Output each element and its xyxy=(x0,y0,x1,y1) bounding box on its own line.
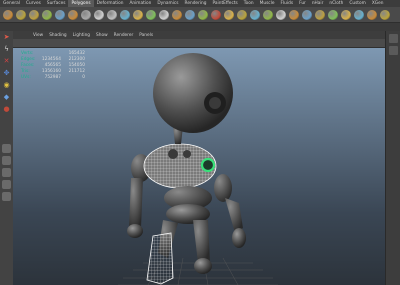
shelf-tool-icon[interactable] xyxy=(42,9,52,20)
shelf-tool-icon[interactable] xyxy=(81,9,91,20)
tab-general[interactable]: General xyxy=(0,0,23,7)
shelf-tool-icon[interactable] xyxy=(341,9,351,20)
panel-menu-panels[interactable]: Panels xyxy=(139,33,153,38)
panel-menu-show[interactable]: Show xyxy=(96,33,108,38)
viewport-panel: View Shading Lighting Show Renderer Pane… xyxy=(13,31,385,285)
shelf-tool-icon[interactable] xyxy=(3,9,13,20)
panel-menu-lighting[interactable]: Lighting xyxy=(73,33,90,38)
shelf-tool-icon[interactable] xyxy=(380,9,390,20)
panel-menu-shading[interactable]: Shading xyxy=(49,33,66,38)
graph-layout-icon[interactable] xyxy=(2,192,11,201)
right-side-panel xyxy=(385,31,400,285)
shelf-tool-icon[interactable] xyxy=(367,9,377,20)
menu-set-tabs: General Curves Surfaces Polygons Deforma… xyxy=(0,0,400,7)
tab-xgen[interactable]: XGen xyxy=(369,0,387,7)
shelf-tool-icon[interactable] xyxy=(68,9,78,20)
move-tool-icon[interactable]: ✥ xyxy=(2,69,11,78)
lasso-tool-icon[interactable]: ϟ xyxy=(2,45,11,54)
shelf-tool-icon[interactable] xyxy=(237,9,247,20)
shelf-tool-icon[interactable] xyxy=(133,9,143,20)
shelf-tool-icon[interactable] xyxy=(263,9,273,20)
shelf-tool-icon[interactable] xyxy=(94,9,104,20)
panel-menu-renderer[interactable]: Renderer xyxy=(114,33,134,38)
tab-nhair[interactable]: nHair xyxy=(309,0,327,7)
tab-deformation[interactable]: Deformation xyxy=(94,0,127,7)
shelf-tool-icon[interactable] xyxy=(354,9,364,20)
tab-animation[interactable]: Animation xyxy=(126,0,154,7)
panel-menu-view[interactable]: View xyxy=(33,33,43,38)
scale-tool-icon[interactable]: ◆ xyxy=(2,93,11,102)
shoulder-selection-highlight xyxy=(200,157,216,173)
tab-fur[interactable]: Fur xyxy=(296,0,309,7)
shelf-tool-icon[interactable] xyxy=(107,9,117,20)
robot-head xyxy=(153,53,233,133)
tab-surfaces[interactable]: Surfaces xyxy=(44,0,69,7)
shelf-tool-icon[interactable] xyxy=(120,9,130,20)
shelf-toolbar xyxy=(0,7,400,23)
tab-polygons[interactable]: Polygons xyxy=(68,0,94,7)
layout-four-icon[interactable] xyxy=(2,156,11,165)
robot-model[interactable] xyxy=(13,48,385,285)
tab-rendering[interactable]: Rendering xyxy=(182,0,210,7)
shelf-tool-icon[interactable] xyxy=(159,9,169,20)
shelf-tool-icon[interactable] xyxy=(172,9,182,20)
select-tool-icon[interactable]: ➤ xyxy=(2,33,11,42)
manipulator-tool-icon[interactable]: ● xyxy=(2,105,11,114)
paint-select-tool-icon[interactable]: ✕ xyxy=(2,57,11,66)
tab-fluids[interactable]: Fluids xyxy=(278,0,297,7)
shelf-tool-icon[interactable] xyxy=(55,9,65,20)
rotate-tool-icon[interactable]: ◉ xyxy=(2,81,11,90)
tab-toon[interactable]: Toon xyxy=(241,0,257,7)
outliner-layout-icon[interactable] xyxy=(2,180,11,189)
shelf-tool-icon[interactable] xyxy=(211,9,221,20)
tab-curves[interactable]: Curves xyxy=(23,0,44,7)
layout-single-icon[interactable] xyxy=(2,144,11,153)
panel-toolbar xyxy=(13,39,385,48)
tab-ncloth[interactable]: nCloth xyxy=(326,0,346,7)
toolbox: ➤ ϟ ✕ ✥ ◉ ◆ ● xyxy=(0,31,14,285)
shelf-tool-icon[interactable] xyxy=(16,9,26,20)
shelf-tool-icon[interactable] xyxy=(276,9,286,20)
shelf-tool-icon[interactable] xyxy=(328,9,338,20)
panel-expand-icon[interactable] xyxy=(389,46,398,55)
panel-menubar: View Shading Lighting Show Renderer Pane… xyxy=(13,31,385,39)
shelf-tool-icon[interactable] xyxy=(185,9,195,20)
shelf-tool-icon[interactable] xyxy=(29,9,39,20)
shelf-tool-icon[interactable] xyxy=(302,9,312,20)
tab-dynamics[interactable]: Dynamics xyxy=(154,0,181,7)
shelf-tool-icon[interactable] xyxy=(146,9,156,20)
layout-split-icon[interactable] xyxy=(2,168,11,177)
shelf-tool-icon[interactable] xyxy=(289,9,299,20)
secondary-shelf-row xyxy=(0,23,400,31)
tab-painteffects[interactable]: PaintEffects xyxy=(210,0,241,7)
tab-custom[interactable]: Custom xyxy=(346,0,368,7)
tab-muscle[interactable]: Muscle xyxy=(257,0,278,7)
shelf-tool-icon[interactable] xyxy=(250,9,260,20)
shelf-tool-icon[interactable] xyxy=(198,9,208,20)
leg-wireframe xyxy=(146,232,174,285)
shelf-tool-icon[interactable] xyxy=(315,9,325,20)
panel-expand-icon[interactable] xyxy=(389,34,398,43)
3d-viewport[interactable]: Verts: 165432 Edges: 1234564 212300 Faces: 4… xyxy=(13,48,385,285)
shelf-tool-icon[interactable] xyxy=(224,9,234,20)
